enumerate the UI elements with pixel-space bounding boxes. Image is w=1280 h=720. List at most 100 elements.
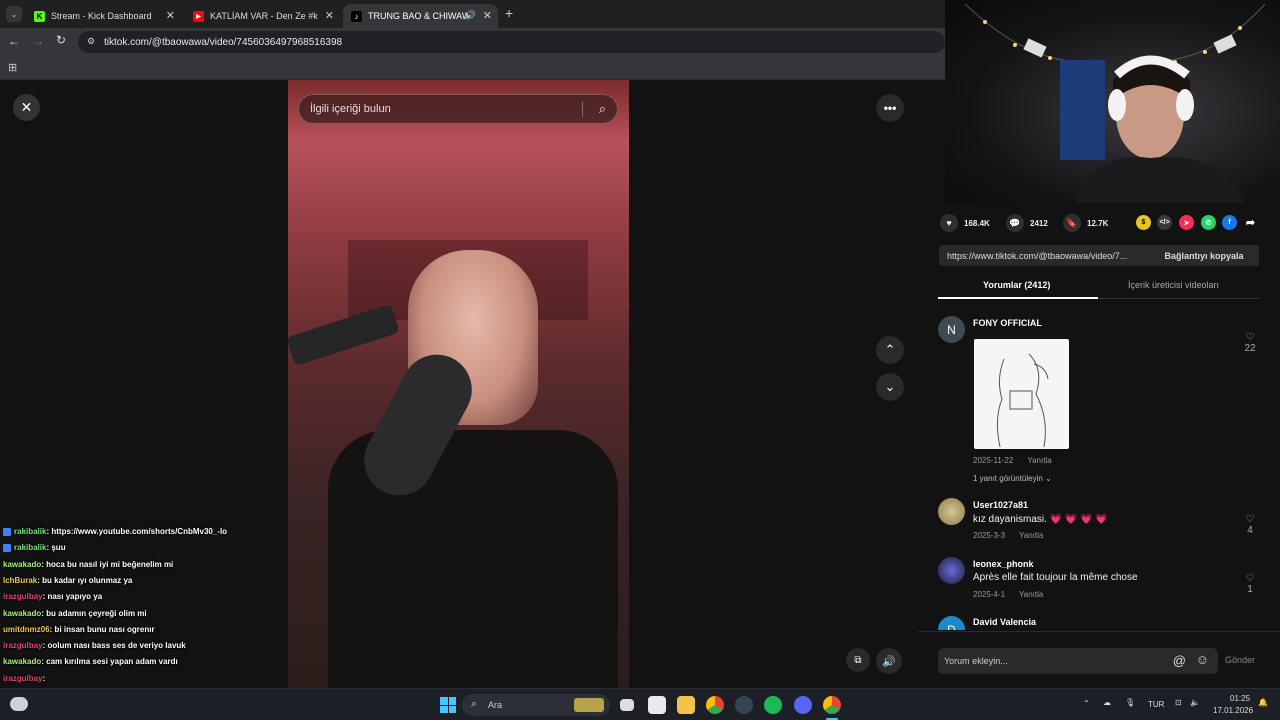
audio-playing-icon[interactable]: 🔊 <box>465 10 476 21</box>
comment-username[interactable]: User1027a81 <box>973 500 1028 510</box>
chat-username[interactable]: kawakado <box>3 560 41 569</box>
network-tray-icon[interactable]: ☁ <box>1103 698 1111 707</box>
chat-username[interactable]: rakibalik <box>14 527 46 536</box>
comment-username[interactable]: FONY OFFICIAL <box>973 318 1042 328</box>
comment-sticker-image[interactable] <box>974 339 1069 449</box>
avatar[interactable] <box>938 498 965 525</box>
tab-comments[interactable]: Yorumlar (2412) <box>983 280 1050 290</box>
video-player[interactable] <box>288 80 629 688</box>
comment-username[interactable]: David Valencia <box>973 617 1036 627</box>
embed-icon[interactable]: </> <box>1157 215 1172 230</box>
reply-link[interactable]: Yanıtla <box>1019 531 1043 540</box>
tab-search-button[interactable]: ⌄ <box>6 6 22 22</box>
like-stat[interactable]: ♥ 168.4K <box>940 214 990 232</box>
notification-bell-icon[interactable]: 🔔 <box>1258 698 1268 707</box>
comment-like[interactable]: ♡ 4 <box>1242 514 1258 536</box>
mention-icon[interactable]: @ <box>1173 653 1186 668</box>
comment-username[interactable]: leonex_phonk <box>973 559 1034 569</box>
copy-link-button[interactable]: Bağlantıyı kopyala <box>1149 245 1259 266</box>
chrome-active-icon[interactable] <box>823 696 841 714</box>
chat-username[interactable]: irazgulbay <box>3 592 43 601</box>
weather-widget-icon[interactable] <box>10 697 28 711</box>
add-comment-input[interactable]: Yorum ekleyin... @ ☺ <box>938 648 1218 674</box>
tab-youtube[interactable]: ▶ KATLİAM VAR - Den Ze #katliam ✕ <box>185 4 340 28</box>
close-tab-icon[interactable]: ✕ <box>166 9 175 22</box>
tab-kick-dashboard[interactable]: K Stream - Kick Dashboard ✕ <box>26 4 181 28</box>
send-comment-button[interactable]: Gönder <box>1225 655 1255 665</box>
chat-text: : bu adamın çeyreği olim mi <box>41 608 147 618</box>
share-arrow-icon[interactable]: ➦ <box>1243 215 1258 230</box>
chat-username[interactable]: umitdnmz06 <box>3 625 50 634</box>
tray-overflow-icon[interactable]: ⌃ <box>1083 699 1090 708</box>
copy-link-field[interactable]: https://www.tiktok.com/@tbaowawa/video/7… <box>939 245 1259 266</box>
clock-time[interactable]: 01:25 <box>1230 694 1250 703</box>
back-icon[interactable]: ← <box>8 34 20 48</box>
more-options-button[interactable]: ••• <box>876 94 904 122</box>
task-view-icon[interactable] <box>620 699 634 711</box>
avatar[interactable]: N <box>938 316 965 343</box>
whatsapp-icon[interactable]: ✆ <box>1201 215 1216 230</box>
start-button[interactable] <box>440 697 456 713</box>
volume-button[interactable]: 🔊 <box>876 648 902 674</box>
reply-link[interactable]: Yanıtla <box>1019 590 1043 599</box>
related-search-input[interactable]: İlgili içeriği bulun ⌕ <box>298 94 618 124</box>
clock-date[interactable]: 17.01.2026 <box>1213 706 1253 715</box>
comment-clip: D David Valencia <box>918 612 1280 630</box>
chat-text: : hoca bu nasıl iyi mi beğenelim mi <box>41 559 174 569</box>
send-to-friend-icon[interactable]: ➤ <box>1179 215 1194 230</box>
search-highlight-icon <box>574 698 604 712</box>
close-video-button[interactable]: ✕ <box>13 94 40 121</box>
chrome-icon[interactable] <box>706 696 724 714</box>
file-explorer-icon[interactable] <box>677 696 695 714</box>
save-stat[interactable]: 🔖 12.7K <box>1063 214 1108 232</box>
reload-icon[interactable]: ↻ <box>56 33 66 47</box>
close-tab-icon[interactable]: ✕ <box>483 9 492 22</box>
url-text: tiktok.com/@tbaowawa/video/7456036497968… <box>104 36 343 48</box>
webcam-scene <box>964 3 1266 203</box>
new-tab-button[interactable]: + <box>505 5 513 21</box>
discord-icon[interactable] <box>794 696 812 714</box>
apps-grid-icon[interactable]: ⊞ <box>8 61 17 74</box>
chat-text: : oolum nası bass ses de veriyo lavuk <box>42 641 186 651</box>
view-replies-link[interactable]: 1 yanıt görüntüleyin ⌄ <box>973 474 1052 483</box>
forward-icon[interactable]: → <box>32 34 44 48</box>
comment-like[interactable]: ♡ 1 <box>1242 573 1258 595</box>
chat-username[interactable]: kawakado <box>3 609 41 618</box>
emoji-icon[interactable]: ☺ <box>1196 652 1209 667</box>
tab-creator-videos[interactable]: İçerik üreticisi videoları <box>1128 280 1219 290</box>
comment-stat[interactable]: 💬 2412 <box>1006 214 1048 232</box>
chat-username[interactable]: irazgulbay <box>3 674 43 683</box>
reply-link[interactable]: Yanıtla <box>1027 456 1051 465</box>
avatar[interactable] <box>938 557 965 584</box>
previous-video-button[interactable]: ⌃ <box>876 336 904 364</box>
steam-icon[interactable] <box>735 696 753 714</box>
next-video-button[interactable]: ⌄ <box>876 373 904 401</box>
spotify-icon[interactable] <box>764 696 782 714</box>
site-info-icon[interactable]: ⚙ <box>87 36 95 47</box>
picture-in-picture-button[interactable]: ⧉ <box>846 648 870 672</box>
chat-text: : bu kadar ıyı olunmaz ya <box>37 575 133 585</box>
comment-text: Après elle fait toujour la même chose <box>973 572 1138 583</box>
tab-tiktok[interactable]: ♪ TRUNG BAO & CHIWAWA 🔊 ✕ <box>343 4 498 28</box>
volume-tray-icon[interactable]: 🔈 <box>1190 698 1200 707</box>
chat-text: : bi insan bunu nası ogrenır <box>49 624 155 634</box>
taskbar-search[interactable]: ⌕ Ara <box>462 694 610 716</box>
microphone-tray-icon[interactable]: 🎙 <box>1125 698 1135 707</box>
search-icon[interactable]: ⌕ <box>599 101 606 117</box>
chat-username[interactable]: IchBurak <box>3 576 37 585</box>
search-placeholder: İlgili içeriği bulun <box>310 103 391 115</box>
address-bar[interactable]: ⚙ tiktok.com/@tbaowawa/video/74560364979… <box>78 31 945 53</box>
chat-username[interactable]: irazgulbay <box>3 641 43 650</box>
chat-username[interactable]: kawakado <box>3 657 41 666</box>
wifi-icon[interactable]: ⊡ <box>1175 698 1182 707</box>
comment-meta: 2025-11-22 Yanıtla <box>973 456 1052 465</box>
close-tab-icon[interactable]: ✕ <box>325 9 334 22</box>
facebook-icon[interactable]: f <box>1222 215 1237 230</box>
comment-like[interactable]: ♡ 22 <box>1242 332 1258 354</box>
chat-message: IchBurak: bu kadar ıyı olunmaz ya <box>3 576 132 585</box>
avatar[interactable]: D <box>938 616 965 630</box>
chat-username[interactable]: rakibalik <box>14 543 46 552</box>
store-icon[interactable] <box>648 696 666 714</box>
coin-icon[interactable]: $ <box>1136 215 1151 230</box>
language-indicator[interactable]: TUR <box>1148 700 1164 709</box>
